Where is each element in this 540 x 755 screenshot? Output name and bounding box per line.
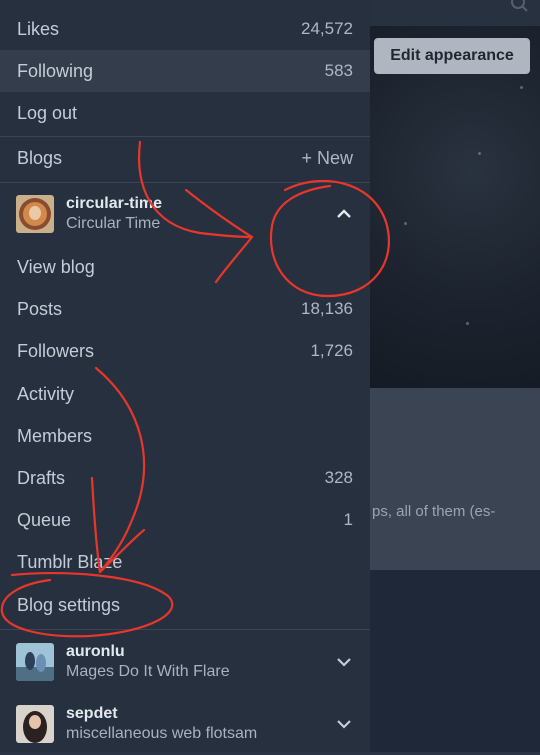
new-blog-button[interactable]: + New bbox=[301, 148, 353, 169]
menu-item-blog-settings[interactable]: Blog settings bbox=[0, 584, 370, 626]
blog-item-auronlu[interactable]: auronlu Mages Do It With Flare bbox=[0, 631, 370, 693]
menu-item-posts[interactable]: Posts 18,136 bbox=[0, 288, 370, 330]
menu-item-view-blog[interactable]: View blog bbox=[0, 246, 370, 288]
likes-count: 24,572 bbox=[301, 19, 353, 38]
menu-item-label: Likes bbox=[17, 18, 60, 39]
blog-name: auronlu bbox=[66, 643, 125, 660]
menu-item-label: Tumblr Blaze bbox=[17, 551, 123, 572]
blog-title: miscellaneous web flotsam bbox=[66, 725, 258, 742]
menu-item-label: Followers bbox=[17, 340, 95, 361]
menu-item-label: Posts bbox=[17, 298, 63, 319]
menu-item-members[interactable]: Members bbox=[0, 415, 370, 457]
blog-header-image bbox=[370, 26, 540, 388]
chevron-down-icon[interactable] bbox=[334, 652, 354, 672]
followers-count: 1,726 bbox=[310, 341, 353, 360]
menu-item-queue[interactable]: Queue 1 bbox=[0, 499, 370, 541]
menu-item-following[interactable]: Following 583 bbox=[0, 50, 370, 92]
blogs-heading: Blogs bbox=[17, 147, 63, 168]
avatar bbox=[16, 643, 54, 681]
queue-count: 1 bbox=[343, 510, 353, 529]
blog-name: sepdet bbox=[66, 705, 118, 722]
blog-title: Mages Do It With Flare bbox=[66, 663, 230, 680]
blog-item-sepdet[interactable]: sepdet miscellaneous web flotsam bbox=[0, 693, 370, 755]
edit-appearance-button[interactable]: Edit appearance bbox=[374, 38, 530, 74]
avatar bbox=[16, 195, 54, 233]
blog-item-circular-time[interactable]: circular-time Circular Time bbox=[0, 183, 370, 245]
chevron-up-icon[interactable] bbox=[334, 204, 354, 224]
background-card-text: ps, all of them (es- bbox=[372, 503, 496, 520]
menu-item-tumblr-blaze[interactable]: Tumblr Blaze bbox=[0, 541, 370, 583]
menu-item-label: Drafts bbox=[17, 467, 66, 488]
account-menu: Likes 24,572 Following 583 Log out Blogs… bbox=[0, 0, 370, 752]
menu-item-log-out[interactable]: Log out bbox=[0, 92, 370, 134]
chevron-down-icon[interactable] bbox=[334, 714, 354, 734]
drafts-count: 328 bbox=[324, 468, 353, 487]
menu-item-label: Queue bbox=[17, 509, 72, 530]
menu-item-label: Activity bbox=[17, 383, 75, 404]
avatar bbox=[16, 705, 54, 743]
posts-count: 18,136 bbox=[301, 299, 353, 318]
search-icon[interactable] bbox=[510, 0, 528, 12]
background-card bbox=[370, 388, 540, 570]
menu-item-label: Blog settings bbox=[17, 594, 121, 615]
menu-item-label: Members bbox=[17, 425, 93, 446]
blogs-header: Blogs + New bbox=[0, 137, 370, 179]
following-count: 583 bbox=[324, 61, 353, 80]
menu-item-label: Log out bbox=[17, 102, 78, 123]
menu-item-activity[interactable]: Activity bbox=[0, 373, 370, 415]
divider bbox=[0, 629, 370, 630]
blog-title: Circular Time bbox=[66, 215, 161, 232]
menu-item-drafts[interactable]: Drafts 328 bbox=[0, 457, 370, 499]
menu-item-followers[interactable]: Followers 1,726 bbox=[0, 330, 370, 372]
menu-item-likes[interactable]: Likes 24,572 bbox=[0, 8, 370, 50]
menu-item-label: Following bbox=[17, 60, 94, 81]
blog-name: circular-time bbox=[66, 195, 163, 212]
menu-item-label: View blog bbox=[17, 256, 95, 277]
